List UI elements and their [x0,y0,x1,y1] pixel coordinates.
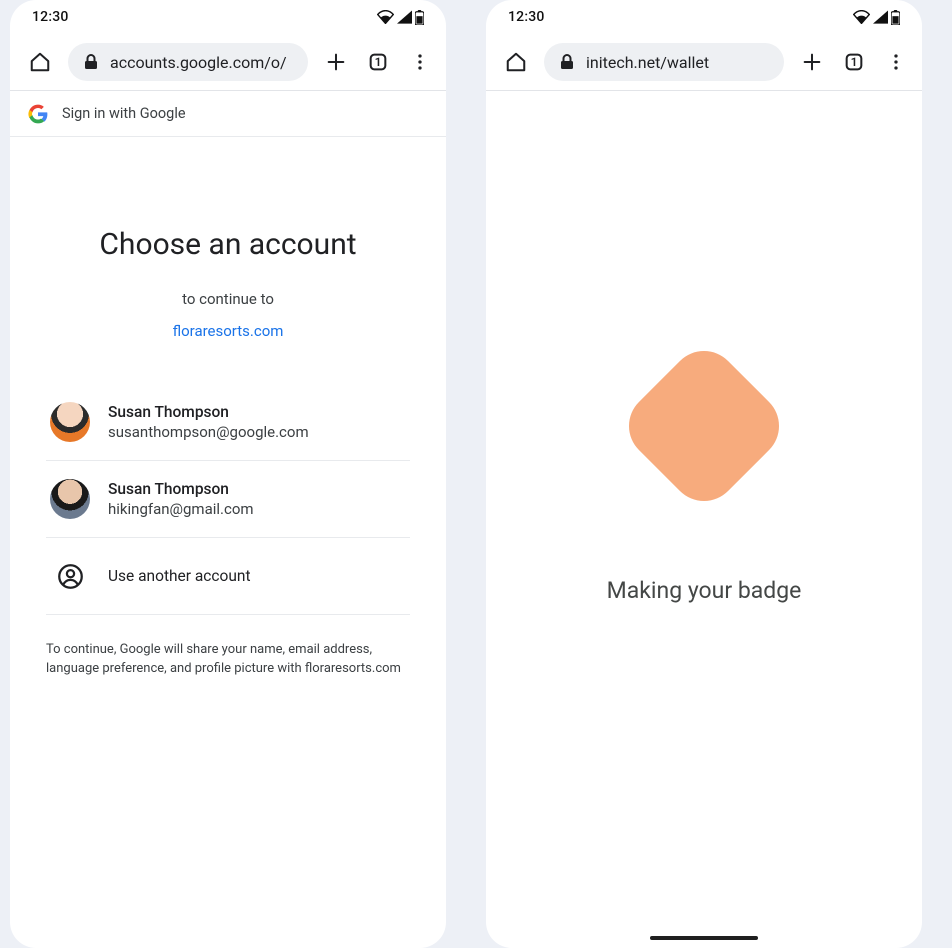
status-time: 12:30 [32,9,69,25]
phone-right: 12:30 initech.net/wallet 1 Making your b… [486,0,922,948]
account-chooser: Choose an account to continue to florare… [10,137,446,679]
wifi-icon [377,10,394,24]
gis-header: Sign in with Google [10,91,446,137]
battery-icon [891,10,900,25]
gis-label: Sign in with Google [62,105,186,122]
lock-icon [84,54,98,70]
tabs-count: 1 [375,55,382,69]
status-bar: 12:30 [10,0,446,34]
subtitle: to continue to [46,290,410,308]
account-row[interactable]: Susan Thompson hikingfan@gmail.com [46,461,410,538]
disclosure-text: To continue, Google will share your name… [46,641,410,679]
wifi-icon [853,10,870,24]
url-bar[interactable]: accounts.google.com/o/ [68,43,308,81]
status-bar: 12:30 [486,0,922,34]
menu-icon[interactable] [406,48,434,76]
use-another-account-row[interactable]: Use another account [46,538,410,615]
home-icon[interactable] [26,48,54,76]
status-icons [853,10,900,25]
account-list: Susan Thompson susanthompson@google.com … [46,384,410,615]
signal-icon [397,10,412,24]
gesture-bar [650,936,758,940]
avatar [50,402,90,442]
new-tab-icon[interactable] [322,48,350,76]
battery-icon [415,10,424,25]
phone-left: 12:30 accounts.google.com/o/ 1 [10,0,446,948]
use-another-account-label: Use another account [108,567,251,585]
loading-content: Making your badge [486,55,922,912]
status-icons [377,10,424,25]
account-email: susanthompson@google.com [108,423,309,441]
url-text: accounts.google.com/o/ [110,53,287,72]
tabs-icon[interactable]: 1 [364,48,392,76]
google-g-icon [28,104,48,124]
loading-message: Making your badge [607,577,802,604]
status-time: 12:30 [508,9,545,25]
account-name: Susan Thompson [108,480,254,498]
relying-party-link[interactable]: floraresorts.com [46,322,410,340]
browser-bar: accounts.google.com/o/ 1 [10,34,446,90]
person-icon [50,556,90,596]
loading-shape [615,337,793,515]
account-email: hikingfan@gmail.com [108,500,254,518]
account-row[interactable]: Susan Thompson susanthompson@google.com [46,384,410,461]
page-title: Choose an account [46,227,410,262]
account-name: Susan Thompson [108,403,309,421]
avatar [50,479,90,519]
signal-icon [873,10,888,24]
